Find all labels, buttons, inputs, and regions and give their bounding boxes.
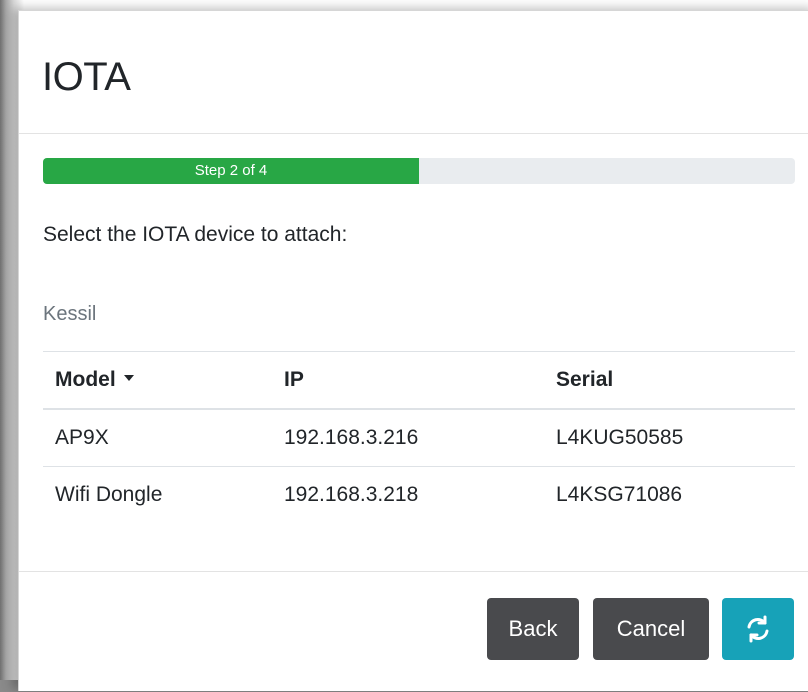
cell-serial: L4KUG50585 [544, 409, 795, 467]
cell-serial: L4KSG71086 [556, 483, 683, 506]
cancel-button[interactable]: Cancel [593, 598, 709, 660]
refresh-icon [747, 615, 769, 643]
cell-model: Wifi Dongle [55, 483, 163, 506]
device-table: Model IP Serial AP9X 192.168.3.216 L4KUG… [43, 351, 795, 523]
refresh-button[interactable] [722, 598, 794, 660]
back-button[interactable]: Back [487, 598, 579, 660]
progress-bar-fill: Step 2 of 4 [43, 158, 419, 184]
column-header-ip[interactable]: IP [272, 351, 544, 410]
caret-down-icon [123, 375, 134, 382]
progress-label: Step 2 of 4 [194, 162, 268, 179]
table-row[interactable]: AP9X 192.168.3.216 L4KUG50585 [43, 409, 795, 467]
device-group-label: Kessil [43, 303, 97, 325]
back-button-label: Back [508, 616, 558, 641]
column-header-serial-label: Serial [556, 368, 614, 391]
column-header-ip-label: IP [284, 368, 304, 391]
cell-model: AP9X [43, 409, 272, 467]
cancel-button-label: Cancel [616, 616, 686, 641]
table-header-row: Model IP Serial [43, 351, 795, 410]
device-select-prompt: Select the IOTA device to attach: [43, 223, 348, 246]
wizard-progress: Step 2 of 4 [43, 158, 795, 184]
column-header-model[interactable]: Model [43, 351, 272, 410]
iota-modal: IOTA Step 2 of 4 Select the IOTA device … [18, 10, 808, 691]
cell-ip: 192.168.3.216 [272, 409, 544, 467]
modal-title: IOTA [42, 55, 131, 99]
modal-header: IOTA [19, 11, 808, 134]
cell-ip: 192.168.3.218 [284, 483, 419, 506]
column-header-serial[interactable]: Serial [544, 351, 795, 410]
device-table-wrapper: Model IP Serial AP9X 192.168.3.216 L4KUG… [43, 351, 795, 523]
table-row[interactable]: Wifi Dongle 192.168.3.218 L4KSG71086 [43, 467, 795, 524]
column-header-model-label: Model [55, 368, 116, 391]
